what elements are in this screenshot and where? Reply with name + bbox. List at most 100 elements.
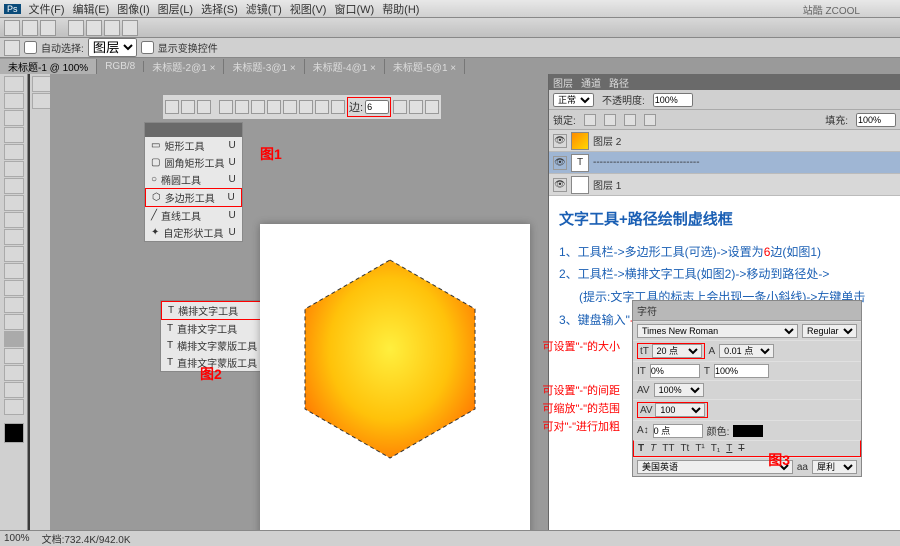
color-swatch[interactable] [4,423,24,443]
doc-tab[interactable]: 未标题-2@1 × [144,59,224,74]
marquee-tool[interactable] [4,93,24,109]
opt-btn[interactable] [181,100,195,114]
opt-btn[interactable] [409,100,423,114]
opt-btn[interactable] [165,100,179,114]
menu-layer[interactable]: 图层(L) [158,1,193,17]
menu-help[interactable]: 帮助(H) [382,1,419,17]
toolbar-btn[interactable] [104,20,120,36]
leading[interactable]: 0.01 点 [719,344,774,358]
bold-btn[interactable]: T [638,443,644,454]
menu-window[interactable]: 窗口(W) [334,1,374,17]
italic-btn[interactable]: T [650,443,656,454]
vscale[interactable] [650,364,700,378]
layer-row[interactable]: 👁 T -------------------------------- [549,152,900,174]
brush-tool[interactable] [4,195,24,211]
char-tab[interactable]: 字符 [637,307,657,318]
show-transform-checkbox[interactable] [141,41,154,54]
flyout-item[interactable]: ╱直线工具U [145,207,242,224]
font-size[interactable]: 20 点 [652,344,702,358]
lock-icon[interactable] [644,114,656,126]
opt-btn[interactable] [267,100,281,114]
opt-btn[interactable] [425,100,439,114]
mini-tool[interactable] [32,76,52,92]
toolbar-btn[interactable] [40,20,56,36]
flyout-item-htype[interactable]: T横排文字工具 [161,301,263,320]
lock-icon[interactable] [584,114,596,126]
opt-btn[interactable] [251,100,265,114]
lock-icon[interactable] [604,114,616,126]
antialias[interactable]: 犀利 [812,460,857,474]
underline-btn[interactable]: T [726,443,732,454]
opt-btn[interactable] [219,100,233,114]
artboard[interactable] [260,224,530,544]
opt-btn[interactable] [197,100,211,114]
opt-btn[interactable] [393,100,407,114]
font-family[interactable]: Times New Roman [637,324,798,338]
lock-icon[interactable] [624,114,636,126]
baseline[interactable] [653,424,703,438]
zoom-tool[interactable] [4,399,24,415]
fill-input[interactable] [856,113,896,127]
eyedropper-tool[interactable] [4,161,24,177]
type-tool[interactable] [4,331,24,347]
visibility-icon[interactable]: 👁 [553,134,567,148]
history-brush-tool[interactable] [4,229,24,245]
doc-tab[interactable]: RGB/8 [97,61,144,72]
flyout-item[interactable]: ○椭圆工具U [145,171,242,188]
opt-btn[interactable] [283,100,297,114]
sides-input[interactable] [365,100,389,114]
caps-btn[interactable]: TT [662,443,674,454]
flyout-item-polygon[interactable]: ⬡多边形工具U [145,188,242,207]
opt-btn[interactable] [315,100,329,114]
pen-tool[interactable] [4,314,24,330]
menu-view[interactable]: 视图(V) [290,1,327,17]
path-select-tool[interactable] [4,348,24,364]
dodge-tool[interactable] [4,297,24,313]
menu-file[interactable]: 文件(F) [29,1,65,17]
visibility-icon[interactable]: 👁 [553,156,567,170]
lasso-tool[interactable] [4,110,24,126]
eraser-tool[interactable] [4,246,24,262]
flyout-item[interactable]: ✦自定形状工具U [145,224,242,241]
blur-tool[interactable] [4,280,24,296]
flyout-item[interactable]: T直排文字工具 [161,320,263,337]
toolbar-btn[interactable] [22,20,38,36]
strike-btn[interactable]: T [738,443,744,454]
move-tool[interactable] [4,76,24,92]
menu-filter[interactable]: 滤镜(T) [246,1,282,17]
shape-tool[interactable] [4,365,24,381]
menu-select[interactable]: 选择(S) [201,1,238,17]
zoom-level[interactable]: 100% [4,533,30,544]
tracking[interactable]: 100% [654,383,704,397]
menu-image[interactable]: 图像(I) [117,1,149,17]
kerning[interactable] [714,364,769,378]
tab-paths[interactable]: 路径 [609,75,629,90]
auto-select-mode[interactable]: 图层 [88,38,137,57]
sub-btn[interactable]: T₁ [711,443,720,454]
layer-row[interactable]: 👁 图层 1 [549,174,900,196]
font-style[interactable]: Regular [802,324,857,338]
stamp-tool[interactable] [4,212,24,228]
hscale[interactable]: 100 [655,403,705,417]
heal-tool[interactable] [4,178,24,194]
smallcaps-btn[interactable]: Tt [680,443,689,454]
wand-tool[interactable] [4,127,24,143]
opt-btn[interactable] [331,100,345,114]
toolbar-btn[interactable] [4,20,20,36]
hexagon-shape[interactable] [295,254,485,464]
toolbar-btn[interactable] [86,20,102,36]
opacity-input[interactable] [653,93,693,107]
gradient-tool[interactable] [4,263,24,279]
opt-btn[interactable] [299,100,313,114]
flyout-item[interactable]: ▭矩形工具U [145,137,242,154]
toolbar-btn[interactable] [68,20,84,36]
crop-tool[interactable] [4,144,24,160]
blend-mode[interactable]: 正常 [553,93,594,107]
toolbar-btn[interactable] [122,20,138,36]
tab-channels[interactable]: 通道 [581,75,601,90]
visibility-icon[interactable]: 👁 [553,178,567,192]
tab-layers[interactable]: 图层 [553,75,573,90]
menu-edit[interactable]: 编辑(E) [73,1,110,17]
mini-tool[interactable] [32,93,52,109]
flyout-item[interactable]: T横排文字蒙版工具 [161,337,263,354]
